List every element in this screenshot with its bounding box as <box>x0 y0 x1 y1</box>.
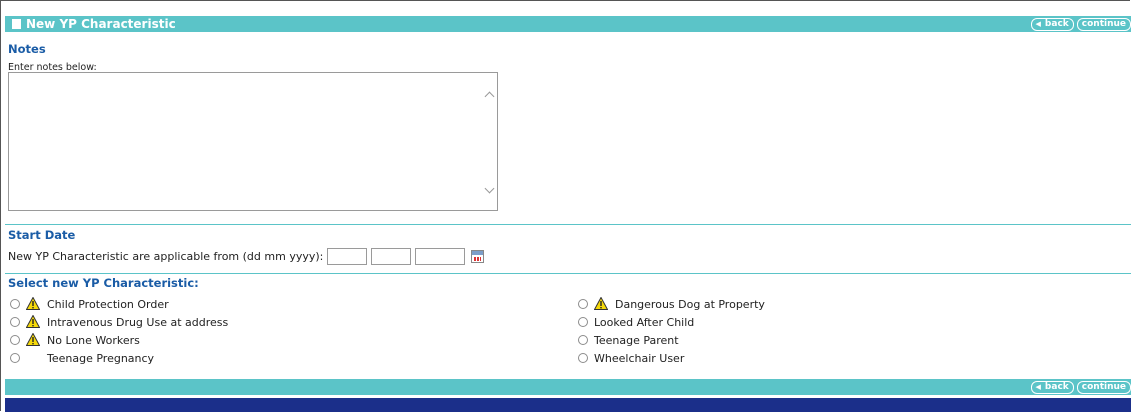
start-date-row: New YP Characteristic are applicable fro… <box>8 248 485 265</box>
warning-icon <box>26 315 40 329</box>
characteristic-label: Child Protection Order <box>47 297 169 311</box>
notes-section-title: Notes <box>8 42 46 56</box>
scroll-up-icon[interactable] <box>484 91 495 102</box>
characteristic-label: Intravenous Drug Use at address <box>47 315 229 329</box>
characteristic-label: Wheelchair User <box>594 351 685 365</box>
characteristic-option[interactable]: Child Protection Order <box>10 295 228 313</box>
characteristic-option[interactable]: Looked After Child <box>578 313 765 331</box>
characteristic-label: Dangerous Dog at Property <box>615 297 765 311</box>
radio-button[interactable] <box>578 299 588 309</box>
radio-button[interactable] <box>10 353 20 363</box>
notes-scrollbar[interactable] <box>481 73 497 210</box>
footer-bar: ◀ back continue <box>5 379 1131 395</box>
characteristic-option[interactable]: Teenage Pregnancy <box>10 349 228 367</box>
characteristic-option[interactable]: Dangerous Dog at Property <box>578 295 765 313</box>
warning-icon <box>26 333 40 347</box>
start-date-section-title: Start Date <box>8 228 76 242</box>
page-title: New YP Characteristic <box>26 17 176 31</box>
calendar-icon[interactable] <box>471 250 485 263</box>
radio-button[interactable] <box>578 317 588 327</box>
start-date-label: New YP Characteristic are applicable fro… <box>8 250 324 263</box>
square-icon <box>12 19 21 29</box>
characteristic-option[interactable]: Wheelchair User <box>578 349 765 367</box>
warning-icon <box>594 297 608 311</box>
continue-button[interactable]: continue <box>1076 18 1131 31</box>
header-bar: New YP Characteristic ◀ back continue <box>5 16 1131 32</box>
footer-nav: ◀ back continue <box>1030 381 1131 394</box>
characteristics-section-title: Select new YP Characteristic: <box>8 276 199 290</box>
back-button[interactable]: ◀ back <box>1030 381 1074 394</box>
radio-button[interactable] <box>10 299 20 309</box>
radio-button[interactable] <box>10 335 20 345</box>
footer-band <box>5 398 1131 412</box>
characteristic-option[interactable]: Intravenous Drug Use at address <box>10 313 228 331</box>
page-title-wrap: New YP Characteristic <box>12 17 176 31</box>
back-arrow-icon: ◀ <box>1035 20 1041 28</box>
header-nav: ◀ back continue <box>1030 18 1131 31</box>
continue-button[interactable]: continue <box>1076 381 1131 394</box>
radio-button[interactable] <box>10 317 20 327</box>
characteristics-left-column: Child Protection Order Intravenous Drug … <box>10 295 228 367</box>
divider <box>5 224 1131 225</box>
start-date-month-input[interactable] <box>371 248 412 265</box>
back-button[interactable]: ◀ back <box>1030 18 1074 31</box>
characteristic-option[interactable]: Teenage Parent <box>578 331 765 349</box>
start-date-year-input[interactable] <box>415 248 466 265</box>
divider <box>5 273 1131 274</box>
radio-button[interactable] <box>578 353 588 363</box>
characteristic-label: No Lone Workers <box>47 333 140 347</box>
warning-icon <box>26 297 40 311</box>
characteristic-option[interactable]: No Lone Workers <box>10 331 228 349</box>
continue-label: continue <box>1081 19 1126 29</box>
scroll-down-icon[interactable] <box>484 183 495 194</box>
radio-button[interactable] <box>578 335 588 345</box>
back-arrow-icon: ◀ <box>1035 383 1041 391</box>
continue-label: continue <box>1081 382 1126 392</box>
back-label: back <box>1044 19 1069 29</box>
characteristic-label: Teenage Pregnancy <box>47 351 155 365</box>
characteristics-right-column: Dangerous Dog at Property Looked After C… <box>578 295 765 367</box>
characteristic-label: Teenage Parent <box>594 333 679 347</box>
notes-textarea[interactable] <box>8 72 498 211</box>
back-label: back <box>1044 382 1069 392</box>
characteristic-label: Looked After Child <box>594 315 695 329</box>
start-date-day-input[interactable] <box>327 248 368 265</box>
